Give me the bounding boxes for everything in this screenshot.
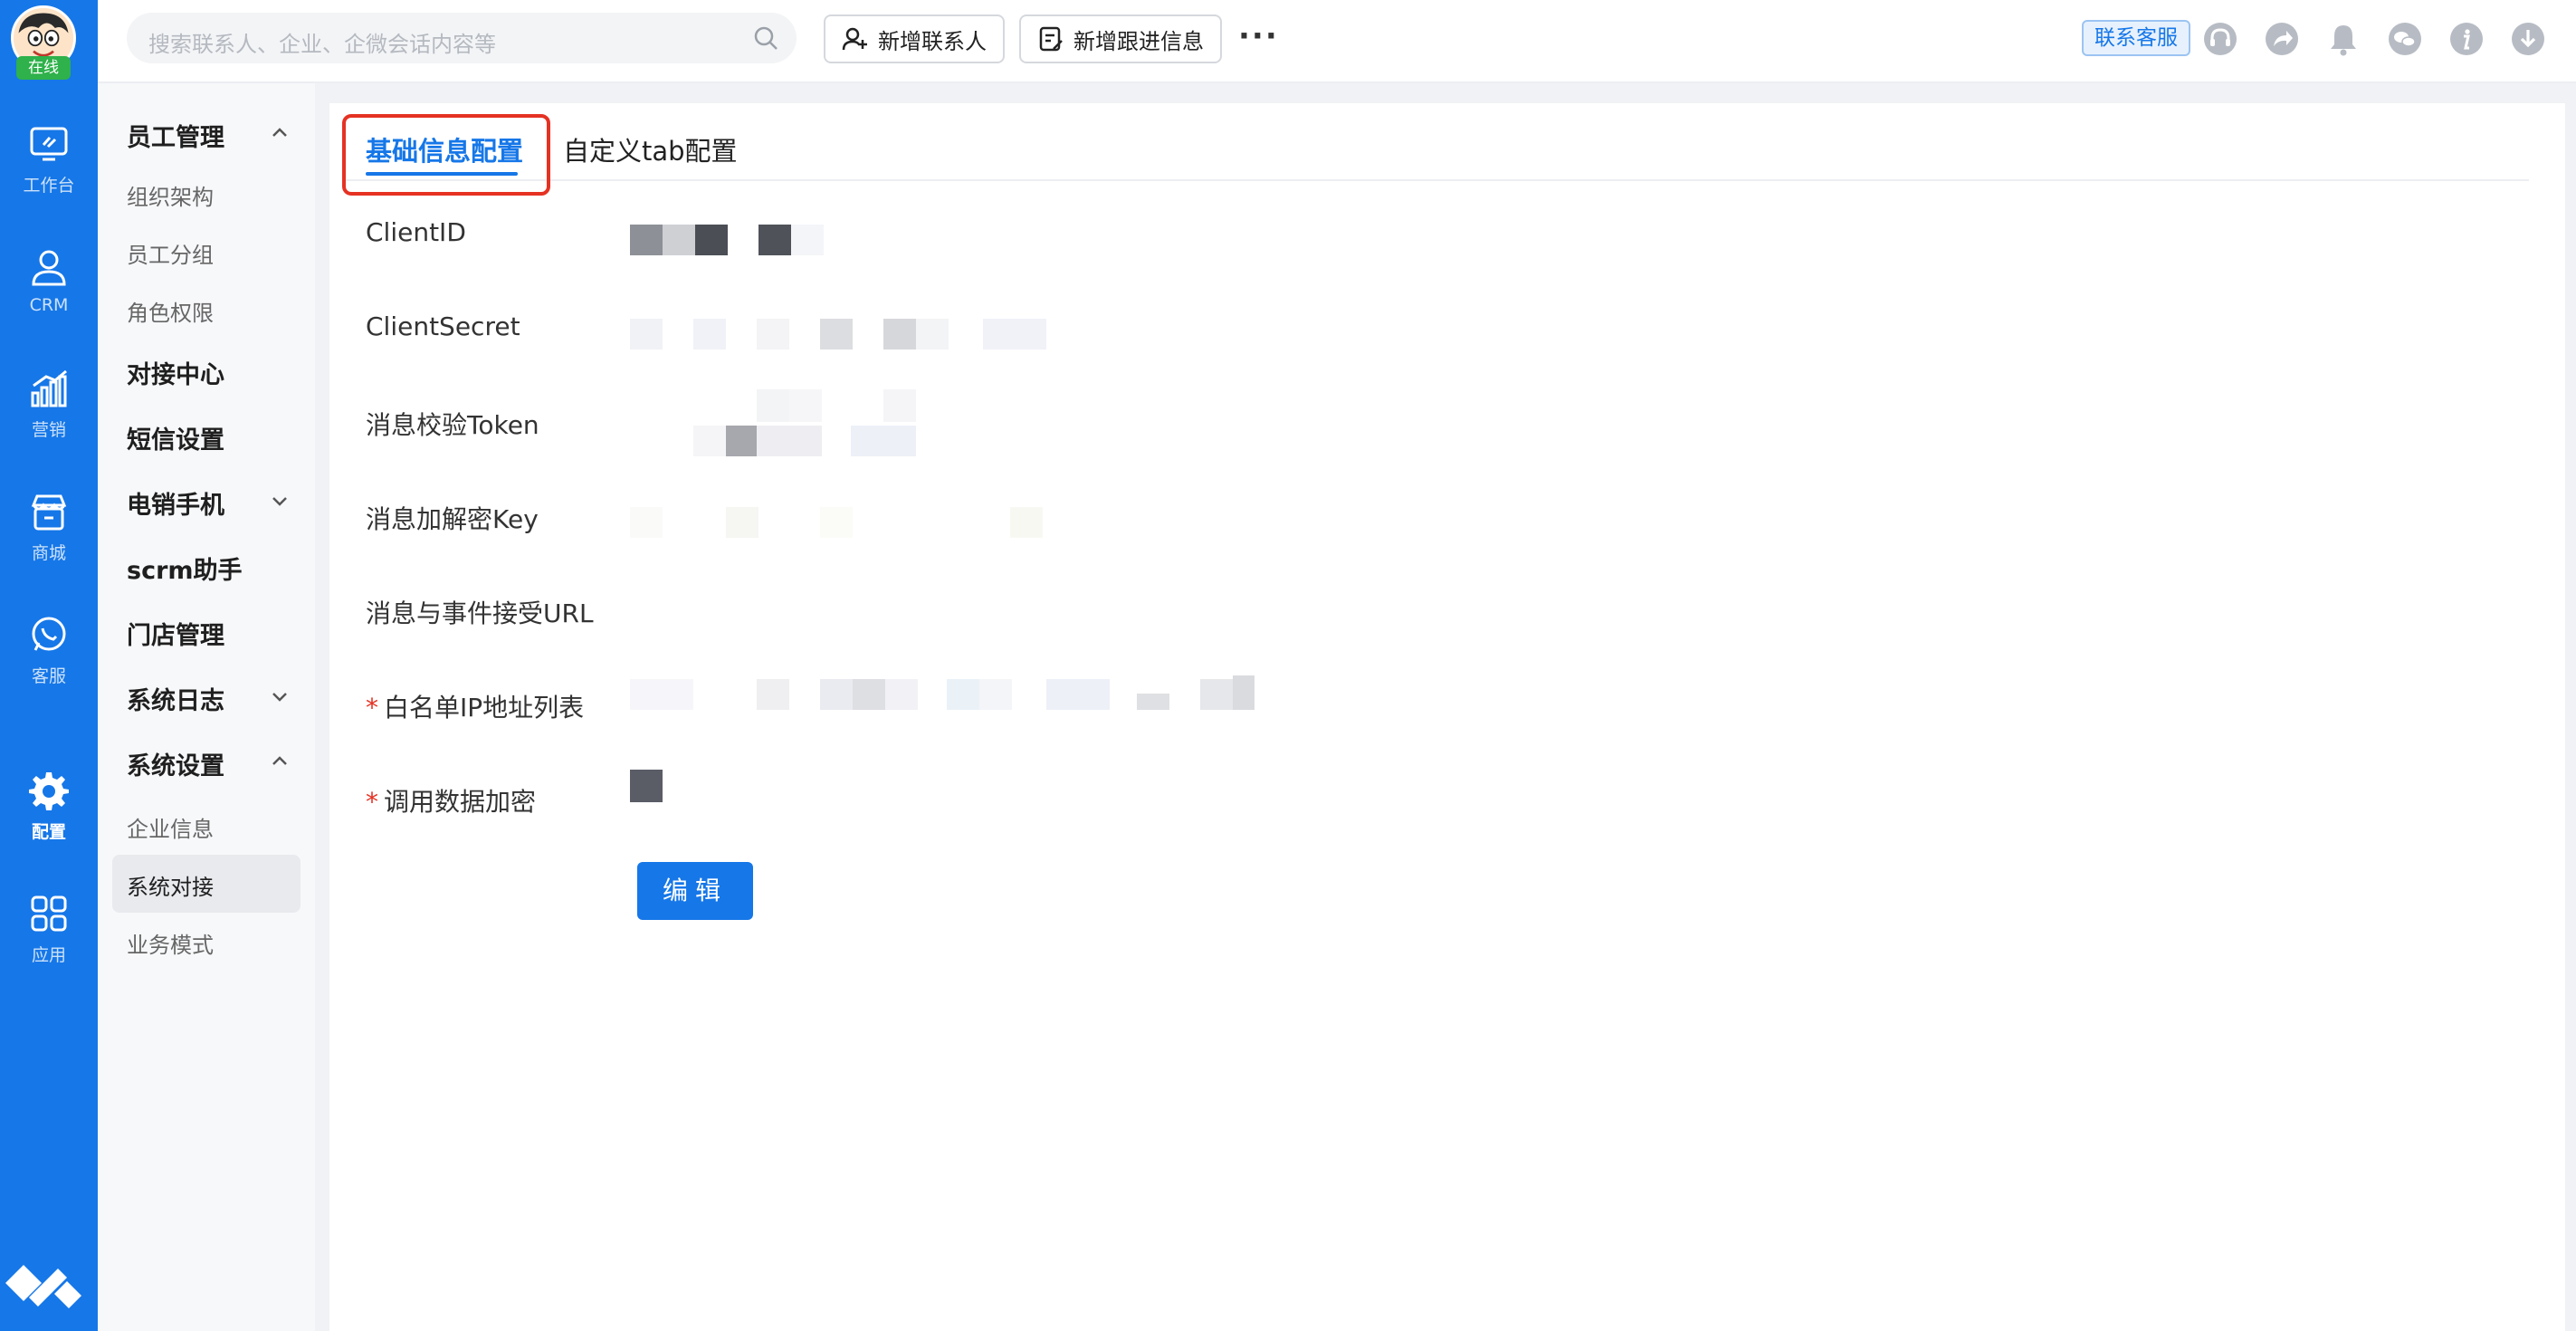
sidebar-item-system-integration[interactable]: 系统对接 [127,869,214,901]
field-label-client-id: ClientID [366,217,466,247]
search-icon [754,26,778,50]
token-redacted-value [693,389,916,456]
sidebar-group-staff[interactable]: 员工管理 [127,118,224,153]
shop-icon [31,494,67,531]
search-input[interactable]: 搜索联系人、企业、企微会话内容等 [127,13,797,63]
add-followup-button[interactable]: 新增跟进信息 [1019,14,1222,63]
annotation-highlight-box [342,114,550,196]
main-content: 基础信息配置 自定义tab配置 ClientID ClientSecret 消息… [329,103,2565,1331]
wechat-icon[interactable] [2388,22,2422,56]
download-icon[interactable] [2511,22,2545,56]
edit-button[interactable]: 编辑 [637,862,753,920]
sidebar-item-sms[interactable]: 短信设置 [127,420,224,455]
required-mark: * [366,787,378,817]
contact-service-button[interactable]: 联系客服 [2082,20,2190,56]
apps-grid-icon [31,895,67,932]
ip-whitelist-redacted-value [630,675,1255,710]
tabs-divider [342,179,2529,181]
sidebar-group-sales-phone[interactable]: 电销手机 [127,485,224,521]
rail-item-crm[interactable]: CRM [0,246,98,355]
sidebar-group-system[interactable]: 系统设置 [127,746,224,781]
rail-label-config: 配置 [31,822,66,842]
rail-label-service: 客服 [31,666,66,686]
rail-label-shop: 商城 [31,543,66,563]
field-label-client-secret: ClientSecret [366,311,520,341]
chevron-down-icon[interactable] [270,491,290,511]
crm-user-icon [32,250,66,286]
sidebar-item-business-mode[interactable]: 业务模式 [127,927,214,959]
gear-icon [29,772,69,810]
sidebar-item-stores[interactable]: 门店管理 [127,616,224,651]
add-contact-label: 新增联系人 [878,28,987,54]
sidebar-item-staff-group[interactable]: 员工分组 [127,237,214,269]
field-label-data-encryption-text: 调用数据加密 [384,787,537,817]
sidebar-item-org[interactable]: 组织架构 [127,179,214,211]
sidebar-item-roles[interactable]: 角色权限 [127,295,214,327]
aes-key-redacted-value [630,507,1043,538]
workbench-icon [30,127,68,161]
rail-label-workbench: 工作台 [23,176,75,196]
top-bar: 搜索联系人、企业、企微会话内容等 新增联系人 新增跟进信息 ··· 联系客服 [98,0,2576,83]
brand-logo-icon [5,1265,81,1308]
rail-item-shop[interactable]: 商城 [0,491,98,599]
add-user-icon [842,27,867,51]
chevron-up-icon[interactable] [270,752,290,771]
client-secret-redacted-value [630,319,1046,350]
share-icon[interactable] [2265,22,2299,56]
rail-label-marketing: 营销 [31,420,66,440]
marketing-chart-icon [31,369,67,407]
rail-item-workbench[interactable]: 工作台 [0,123,98,232]
headset-icon[interactable] [2203,22,2237,56]
rail-label-crm: CRM [29,295,69,315]
rail-item-marketing[interactable]: 营销 [0,368,98,476]
search-placeholder: 搜索联系人、企业、企微会话内容等 [148,32,496,57]
rail-item-service[interactable]: 客服 [0,614,98,723]
left-rail: 在线 工作台 CRM 营销 商城 客服 配置 应用 [0,0,98,1331]
rail-item-config[interactable]: 配置 [0,770,98,878]
add-contact-button[interactable]: 新增联系人 [824,14,1005,63]
field-label-ip-whitelist: * 白名单IP地址列表 [366,688,584,724]
rail-item-apps[interactable]: 应用 [0,893,98,1001]
online-status-badge: 在线 [16,56,71,80]
sidebar-item-company-info[interactable]: 企业信息 [127,811,214,843]
sidebar-group-logs[interactable]: 系统日志 [127,681,224,716]
info-icon[interactable] [2449,22,2484,56]
tab-custom-tab-config[interactable]: 自定义tab配置 [563,130,738,168]
field-label-callback-url: 消息与事件接受URL [366,598,594,628]
field-label-aes-key: 消息加解密Key [366,504,539,534]
sidebar-item-scrm[interactable]: scrm助手 [127,551,243,586]
rail-label-apps: 应用 [31,945,66,965]
chevron-down-icon[interactable] [270,686,290,706]
add-followup-label: 新增跟进信息 [1073,28,1204,54]
more-menu-button[interactable]: ··· [1238,18,1279,54]
customer-service-icon [32,617,66,651]
required-mark: * [366,693,378,723]
sidebar-item-integration-center[interactable]: 对接中心 [127,355,224,390]
field-label-ip-whitelist-text: 白名单IP地址列表 [384,693,585,723]
bell-icon[interactable] [2326,22,2361,56]
encryption-redacted-value [630,770,663,802]
chevron-up-icon[interactable] [270,123,290,143]
field-label-data-encryption: * 调用数据加密 [366,782,536,819]
client-id-redacted-value [630,225,824,255]
field-label-token: 消息校验Token [366,410,539,440]
edit-note-icon [1039,26,1063,52]
settings-sidebar: 员工管理 组织架构 员工分组 角色权限 对接中心 短信设置 电销手机 scrm助… [98,83,315,1331]
